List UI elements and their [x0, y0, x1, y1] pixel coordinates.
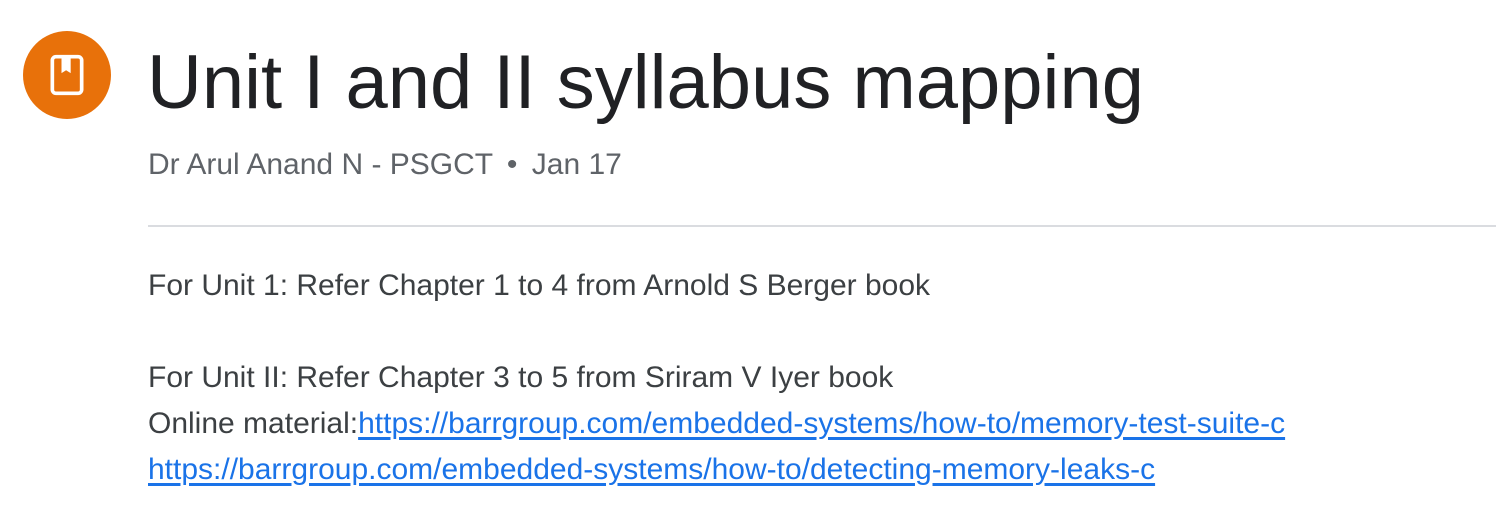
body-line-unit-2: For Unit II: Refer Chapter 3 to 5 from S… — [148, 361, 894, 394]
meta-separator: • — [506, 148, 518, 181]
body-line-link-2: https://barrgroup.com/embedded-systems/h… — [148, 450, 1285, 496]
memory-test-suite-link[interactable]: https://barrgroup.com/embedded-systems/h… — [358, 407, 1285, 440]
post-title: Unit I and II syllabus mapping — [147, 40, 1144, 125]
bookmark-icon — [50, 54, 84, 96]
author-name: Dr Arul Anand N - PSGCT — [148, 148, 493, 181]
post-page: Unit I and II syllabus mapping Dr Arul A… — [0, 0, 1496, 510]
divider — [148, 225, 1496, 227]
material-avatar — [23, 31, 111, 119]
body-line-unit-1: For Unit 1: Refer Chapter 1 to 4 from Ar… — [148, 269, 931, 302]
post-body: For Unit 1: Refer Chapter 1 to 4 from Ar… — [148, 266, 1285, 496]
memory-leaks-link[interactable]: https://barrgroup.com/embedded-systems/h… — [148, 453, 1155, 486]
post-date: Jan 17 — [531, 148, 622, 181]
online-material-label: Online material: — [148, 407, 359, 440]
post-meta: Dr Arul Anand N - PSGCT • Jan 17 — [148, 146, 622, 184]
body-line-online-material: Online material:https://barrgroup.com/em… — [148, 404, 1285, 450]
